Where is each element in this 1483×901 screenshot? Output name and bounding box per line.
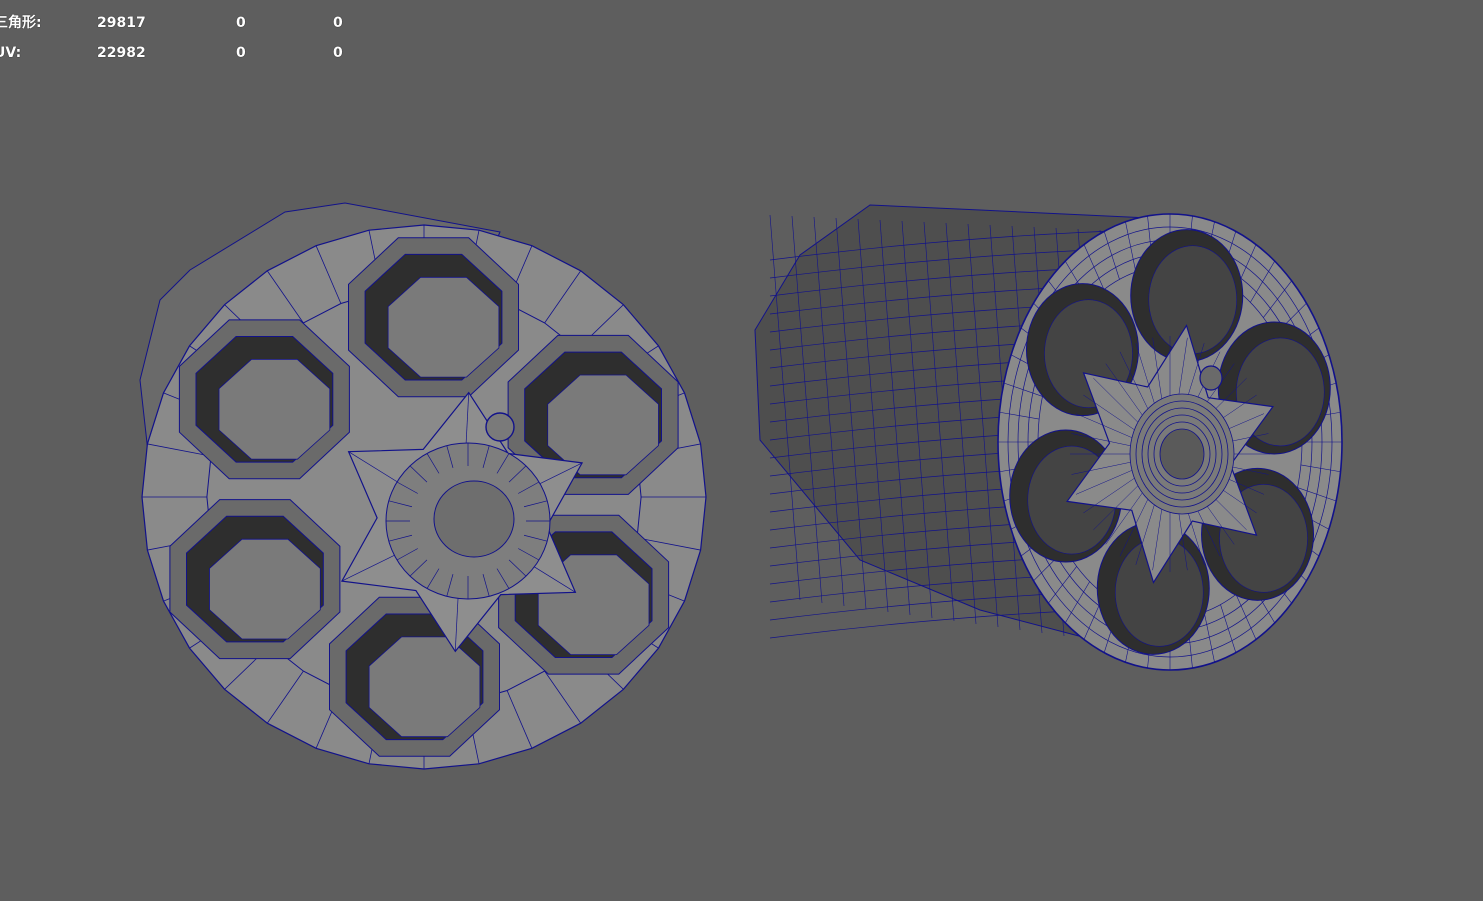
center-hub bbox=[1159, 428, 1205, 480]
pin-hole bbox=[485, 412, 515, 442]
chamber-wall bbox=[218, 358, 331, 460]
chamber-wall bbox=[547, 374, 659, 476]
chamber-wall bbox=[1148, 245, 1238, 354]
3d-viewport[interactable] bbox=[0, 0, 1483, 901]
pin-hole bbox=[1199, 365, 1223, 391]
center-bore bbox=[433, 480, 515, 558]
highpoly-cylinder-model[interactable] bbox=[754, 204, 1343, 671]
chamber-wall bbox=[368, 636, 481, 738]
chamber-wall bbox=[387, 276, 500, 378]
lowpoly-cylinder-model[interactable] bbox=[139, 202, 707, 770]
chamber-wall bbox=[209, 538, 321, 640]
